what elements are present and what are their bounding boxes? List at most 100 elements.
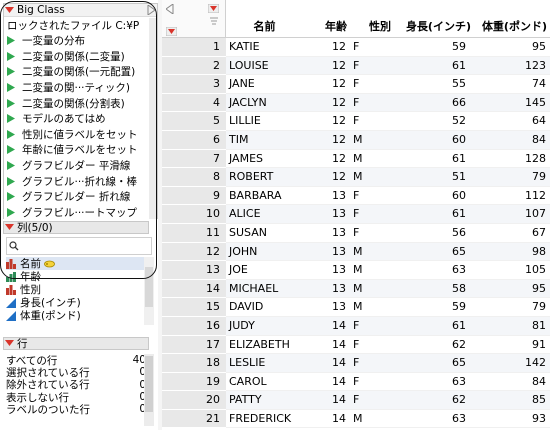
- row-number[interactable]: 1: [162, 38, 226, 57]
- cell-weight[interactable]: 93: [474, 410, 550, 429]
- cell-name[interactable]: JOHN: [226, 242, 306, 262]
- table-row[interactable]: 16 JUDY 14 F 61 81: [162, 316, 550, 336]
- cell-age[interactable]: 12: [306, 56, 350, 76]
- cell-name[interactable]: LILLIE: [226, 112, 306, 131]
- cell-sex[interactable]: F: [350, 75, 394, 94]
- table-row[interactable]: 13 JOE 13 M 63 105: [162, 261, 550, 280]
- cell-name[interactable]: ALICE: [226, 205, 306, 224]
- cell-sex[interactable]: M: [350, 242, 394, 262]
- cell-height[interactable]: 56: [394, 224, 474, 243]
- row-number[interactable]: 16: [162, 316, 226, 336]
- cell-weight[interactable]: 74: [474, 75, 550, 94]
- cell-sex[interactable]: M: [350, 150, 394, 169]
- cell-name[interactable]: JANE: [226, 75, 306, 94]
- cell-sex[interactable]: F: [350, 373, 394, 392]
- cell-height[interactable]: 65: [394, 242, 474, 262]
- table-script-item[interactable]: 性別に値ラベルをセット: [7, 127, 153, 143]
- cell-age[interactable]: 14: [306, 373, 350, 392]
- row-number[interactable]: 18: [162, 354, 226, 373]
- cell-height[interactable]: 61: [394, 205, 474, 224]
- row-number[interactable]: 20: [162, 391, 226, 410]
- cell-height[interactable]: 66: [394, 93, 474, 113]
- cell-age[interactable]: 14: [306, 316, 350, 336]
- cell-age[interactable]: 13: [306, 242, 350, 262]
- collapse-left-icon[interactable]: [165, 3, 174, 17]
- cell-age[interactable]: 12: [306, 168, 350, 187]
- row-number[interactable]: 12: [162, 242, 226, 262]
- cell-age[interactable]: 12: [306, 130, 350, 150]
- table-row[interactable]: 11 SUSAN 13 F 56 67: [162, 223, 550, 243]
- cell-height[interactable]: 51: [394, 168, 474, 187]
- table-row[interactable]: 8 ROBERT 12 M 51 79: [162, 168, 550, 187]
- cell-name[interactable]: JOE: [226, 261, 306, 280]
- cell-name[interactable]: TIM: [226, 130, 306, 150]
- cell-height[interactable]: 59: [394, 298, 474, 317]
- cell-height[interactable]: 60: [394, 130, 474, 150]
- row-number[interactable]: 6: [162, 130, 226, 150]
- cell-weight[interactable]: 145: [474, 93, 550, 113]
- cell-name[interactable]: PATTY: [226, 391, 306, 410]
- column-list-item[interactable]: 体重(ポンド): [6, 309, 144, 322]
- cell-sex[interactable]: F: [350, 205, 394, 224]
- cell-height[interactable]: 59: [394, 38, 474, 57]
- row-number[interactable]: 2: [162, 56, 226, 76]
- table-row[interactable]: 5 LILLIE 12 F 52 64: [162, 112, 550, 131]
- cell-age[interactable]: 12: [306, 93, 350, 113]
- cell-name[interactable]: LESLIE: [226, 354, 306, 373]
- cell-name[interactable]: FREDERICK: [226, 410, 306, 429]
- scrollbar-thumb[interactable]: [145, 356, 153, 412]
- scrollbar-thumb[interactable]: [145, 267, 153, 307]
- cell-sex[interactable]: M: [350, 168, 394, 187]
- cell-sex[interactable]: M: [350, 130, 394, 150]
- row-number[interactable]: 7: [162, 149, 226, 169]
- cell-height[interactable]: 61: [394, 56, 474, 76]
- cell-age[interactable]: 13: [306, 187, 350, 206]
- column-header-name[interactable]: 名前: [226, 0, 306, 38]
- column-header-weight[interactable]: 体重(ポンド): [474, 0, 550, 38]
- cell-height[interactable]: 60: [394, 187, 474, 206]
- cell-height[interactable]: 62: [394, 336, 474, 355]
- table-script-item[interactable]: グラフビル···ートマップ: [7, 205, 153, 221]
- cell-age[interactable]: 12: [306, 112, 350, 131]
- cell-age[interactable]: 12: [306, 75, 350, 94]
- row-number[interactable]: 13: [162, 261, 226, 280]
- cell-sex[interactable]: M: [350, 261, 394, 280]
- table-row[interactable]: 17 ELIZABETH 14 F 62 91: [162, 335, 550, 355]
- table-script-item[interactable]: グラフビルダー 折れ線: [7, 189, 153, 205]
- table-row[interactable]: 10 ALICE 13 F 61 107: [162, 205, 550, 224]
- cell-weight[interactable]: 91: [474, 336, 550, 355]
- cell-sex[interactable]: F: [350, 391, 394, 410]
- cell-height[interactable]: 62: [394, 391, 474, 410]
- row-number[interactable]: 11: [162, 223, 226, 243]
- cell-weight[interactable]: 84: [474, 373, 550, 392]
- cell-age[interactable]: 13: [306, 261, 350, 280]
- cell-weight[interactable]: 142: [474, 354, 550, 373]
- cell-weight[interactable]: 105: [474, 261, 550, 280]
- row-number[interactable]: 4: [162, 93, 226, 113]
- cell-name[interactable]: JUDY: [226, 316, 306, 336]
- red-triangle-menu-icon[interactable]: [4, 5, 15, 16]
- cell-weight[interactable]: 81: [474, 316, 550, 336]
- cell-age[interactable]: 13: [306, 224, 350, 243]
- table-row[interactable]: 14 MICHAEL 13 M 58 95: [162, 279, 550, 299]
- table-row[interactable]: 7 JAMES 12 M 61 128: [162, 149, 550, 169]
- red-triangle-menu-icon[interactable]: [4, 338, 15, 349]
- cell-height[interactable]: 52: [394, 112, 474, 131]
- table-row[interactable]: 2 LOUISE 12 F 61 123: [162, 56, 550, 76]
- cell-name[interactable]: DAVID: [226, 298, 306, 317]
- cell-age[interactable]: 14: [306, 336, 350, 355]
- row-number[interactable]: 10: [162, 205, 226, 224]
- column-header-height[interactable]: 身長(インチ): [394, 0, 474, 38]
- cell-sex[interactable]: M: [350, 410, 394, 429]
- cell-sex[interactable]: F: [350, 56, 394, 76]
- row-number[interactable]: 9: [162, 186, 226, 206]
- cell-weight[interactable]: 95: [474, 38, 550, 57]
- cell-age[interactable]: 12: [306, 150, 350, 169]
- table-row[interactable]: 21 FREDERICK 14 M 63 93: [162, 409, 550, 429]
- cell-sex[interactable]: F: [350, 224, 394, 243]
- column-header-age[interactable]: 年齢: [306, 0, 350, 38]
- table-script-item[interactable]: 二変量の関係(分割表): [7, 95, 153, 111]
- cell-weight[interactable]: 85: [474, 391, 550, 410]
- cell-weight[interactable]: 123: [474, 56, 550, 76]
- cell-sex[interactable]: F: [350, 187, 394, 206]
